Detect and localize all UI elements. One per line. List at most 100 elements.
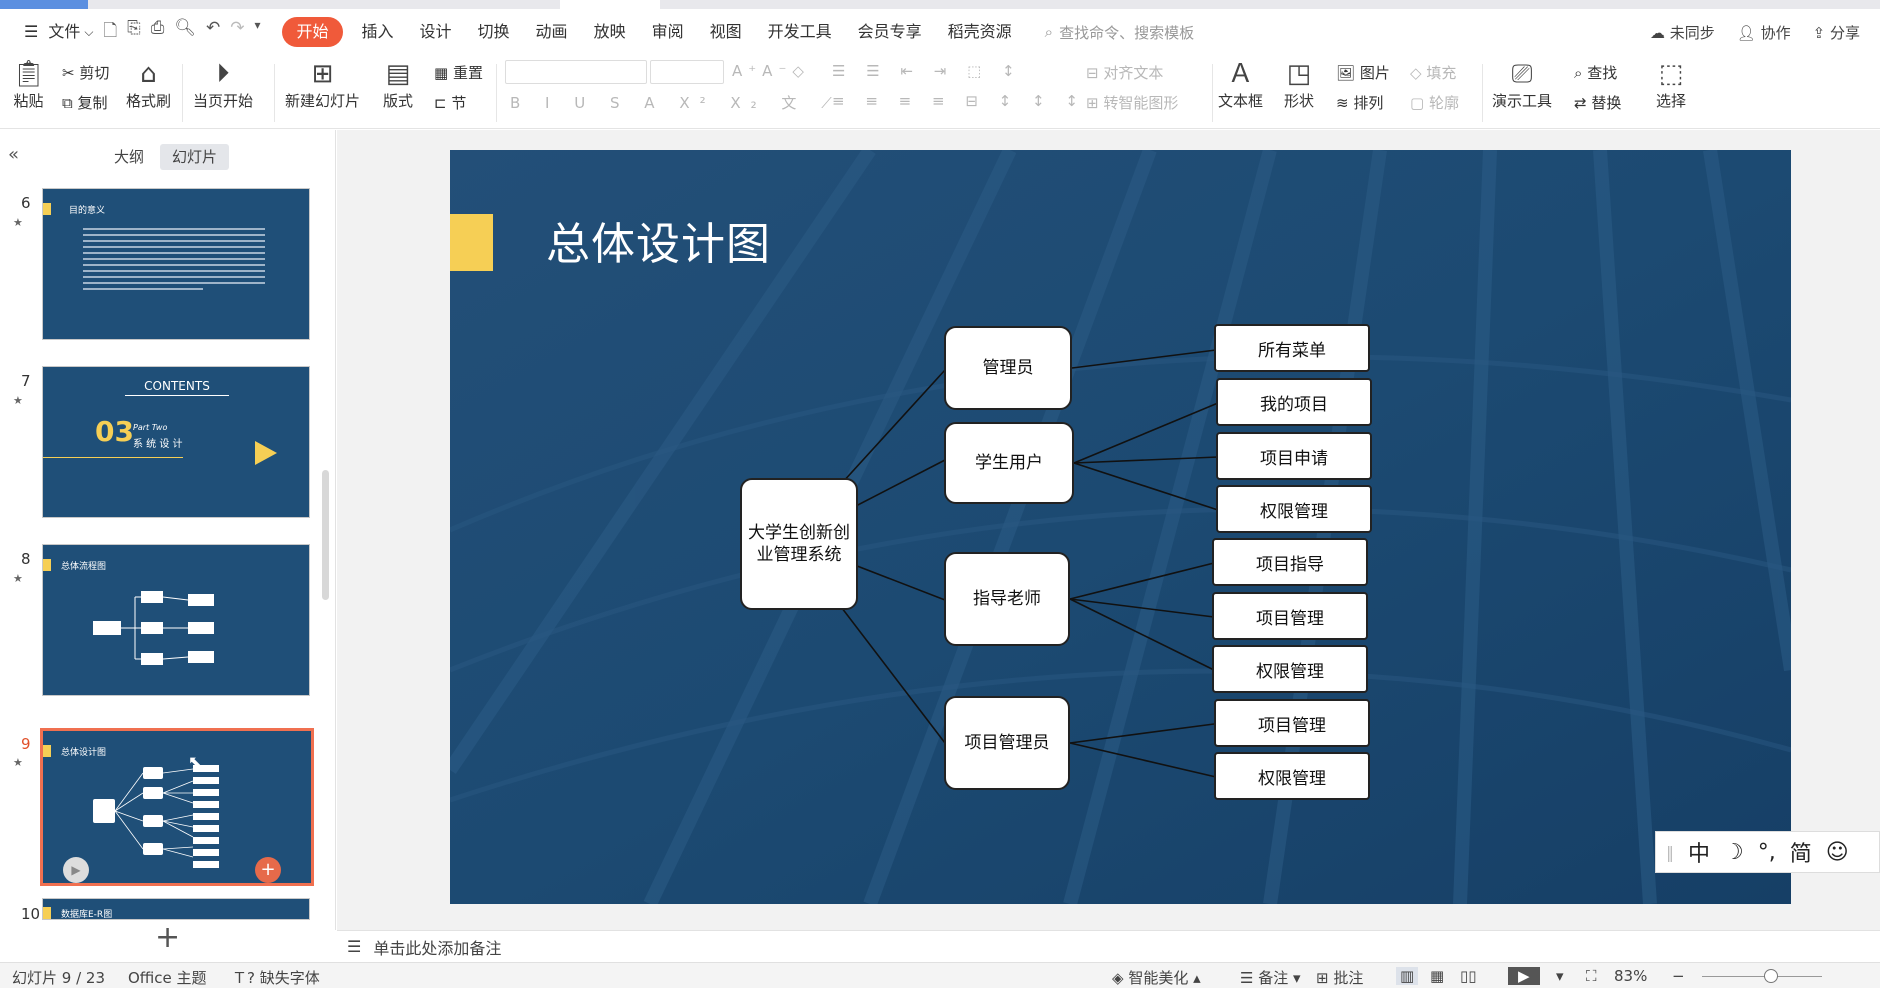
cut-button[interactable]: ✂ 剪切 xyxy=(62,62,109,83)
slide-thumbnail[interactable]: 总体流程图 xyxy=(42,544,310,696)
leaf-permission-teacher[interactable]: 权限管理 xyxy=(1212,645,1368,693)
align-buttons[interactable]: ≡ ≡ ≡ ≡ ⊟ ↕ ↕ ↕ xyxy=(832,92,1086,110)
zoom-out-icon[interactable]: − xyxy=(1672,967,1685,985)
leaf-my-projects[interactable]: 我的项目 xyxy=(1216,378,1372,426)
panel-scrollbar[interactable] xyxy=(322,470,329,600)
add-slide-icon[interactable]: + xyxy=(255,857,281,883)
tab-insert[interactable]: 插入 xyxy=(349,17,407,47)
leaf-project-management-teacher[interactable]: 项目管理 xyxy=(1212,592,1368,640)
tab-animation[interactable]: 动画 xyxy=(523,17,581,47)
new-slide-button[interactable]: ⊞ 新建幻灯片 xyxy=(285,58,360,111)
export-icon[interactable]: ⎘ xyxy=(127,18,141,47)
tab-member[interactable]: 会员专享 xyxy=(845,17,935,47)
section-button[interactable]: ⊏ 节 xyxy=(434,92,466,113)
moon-icon[interactable]: ☽ xyxy=(1724,840,1744,865)
picture-button[interactable]: 🖼︎ 图片 xyxy=(1336,62,1390,83)
undo-icon[interactable]: ↶ xyxy=(206,18,220,47)
role-node-project-manager[interactable]: 项目管理员 xyxy=(944,696,1070,790)
tab-developer[interactable]: 开发工具 xyxy=(755,17,845,47)
find-button[interactable]: ⌕ 查找 xyxy=(1574,62,1617,83)
hamburger-menu-icon[interactable]: ☰ xyxy=(18,17,44,47)
replace-button[interactable]: ⇄ 替换 xyxy=(1574,92,1621,113)
reset-button[interactable]: ▦ 重置 xyxy=(434,62,483,83)
tab-view[interactable]: 视图 xyxy=(697,17,755,47)
leaf-project-management-pm[interactable]: 项目管理 xyxy=(1214,699,1370,747)
font-name-select[interactable] xyxy=(505,60,647,84)
chevron-down-icon[interactable]: ⌵ xyxy=(84,17,103,47)
tab-docer[interactable]: 稻壳资源 xyxy=(935,17,1025,47)
zoom-slider[interactable] xyxy=(1702,976,1822,977)
ime-language-toggle[interactable]: 中 xyxy=(1688,836,1710,868)
fill-button[interactable]: ◇ 填充 xyxy=(1410,62,1456,83)
role-node-teacher[interactable]: 指导老师 xyxy=(944,552,1070,646)
reading-view-button[interactable]: ▯▯ xyxy=(1460,967,1477,985)
drag-handle-icon[interactable]: ‖ xyxy=(1666,843,1674,862)
role-node-student[interactable]: 学生用户 xyxy=(944,422,1074,504)
punctuation-toggle[interactable]: °, xyxy=(1758,840,1776,865)
font-size-select[interactable] xyxy=(650,60,724,84)
play-slideshow-button[interactable]: ▶ xyxy=(1508,967,1540,985)
tab-review[interactable]: 审阅 xyxy=(639,17,697,47)
notes-bar[interactable]: ☰ 单击此处添加备注 xyxy=(337,930,1880,962)
textbox-button[interactable]: Ａ 文本框 xyxy=(1218,58,1263,111)
tab-home[interactable]: 开始 xyxy=(282,17,343,47)
slide-thumbnail[interactable]: 数据库E-R图 xyxy=(42,898,310,920)
beautify-button[interactable]: ◈ 智能美化 ▴ xyxy=(1112,967,1201,988)
smart-art-button[interactable]: ⊞ 转智能图形 xyxy=(1086,92,1178,113)
print-icon[interactable]: ⎙ xyxy=(151,18,165,47)
theme-name[interactable]: Office 主题 xyxy=(128,967,207,988)
more-icon[interactable]: ▾ xyxy=(254,18,260,47)
format-painter-button[interactable]: ⌂ 格式刷 xyxy=(126,58,171,111)
role-node-admin[interactable]: 管理员 xyxy=(944,326,1072,410)
slide-thumbnail[interactable]: CONTENTS 03 Part Two 系 统 设 计 xyxy=(42,366,310,518)
menu-file[interactable]: 文件 xyxy=(44,17,84,47)
slide-sorter-button[interactable]: ▦ xyxy=(1430,967,1444,985)
root-node[interactable]: 大学生创新创业管理系统 xyxy=(740,478,858,610)
font-size-buttons[interactable]: A⁺A⁻◇ xyxy=(732,62,810,80)
list-buttons[interactable]: ☰ ☰ ⇤ ⇥ ⬚ ↕ xyxy=(832,62,1023,80)
tab-transition[interactable]: 切换 xyxy=(465,17,523,47)
current-slide-canvas[interactable]: 总体设计图 大学生创新创业管理系统 管理员 学生用户 指导老师 项目管理员 所有… xyxy=(450,150,1791,904)
command-search[interactable]: ⌕ 查找命令、搜索模板 xyxy=(1045,22,1194,43)
share-button[interactable]: ⇪ 分享 xyxy=(1813,22,1860,43)
zoom-level[interactable]: 83% xyxy=(1614,967,1647,985)
tab-slideshow[interactable]: 放映 xyxy=(581,17,639,47)
leaf-project-apply[interactable]: 项目申请 xyxy=(1216,432,1372,480)
save-icon[interactable]: 🗋 xyxy=(103,18,117,47)
layout-button[interactable]: ▤ 版式 xyxy=(383,58,413,111)
select-button[interactable]: ⬚ 选择 xyxy=(1656,58,1686,111)
tab-design[interactable]: 设计 xyxy=(407,17,465,47)
align-text-button[interactable]: ⊟ 对齐文本 xyxy=(1086,62,1163,83)
normal-view-button[interactable]: ▥ xyxy=(1396,967,1419,985)
leaf-project-guidance[interactable]: 项目指导 xyxy=(1212,538,1368,586)
slide-thumbnail[interactable]: 目的意义 xyxy=(42,188,310,340)
emoji-icon[interactable]: ☺ xyxy=(1826,840,1849,865)
shape-button[interactable]: ◳ 形状 xyxy=(1284,58,1314,111)
leaf-permission-pm[interactable]: 权限管理 xyxy=(1214,752,1370,800)
sync-button[interactable]: ☁ 未同步 xyxy=(1650,22,1715,43)
comment-button[interactable]: ⊞ 批注 xyxy=(1316,967,1363,988)
arrange-button[interactable]: ≋ 排列 xyxy=(1336,92,1383,113)
tab-outline[interactable]: 大纲 xyxy=(102,144,156,170)
leaf-all-menus[interactable]: 所有菜单 xyxy=(1214,324,1370,372)
font-style-buttons[interactable]: B I U S A X² X₂ 文 ⟋ xyxy=(510,92,842,113)
copy-button[interactable]: ⧉ 复制 xyxy=(62,92,108,113)
print-preview-icon[interactable]: 🔍︎ xyxy=(174,18,196,47)
slide-thumbnail-current[interactable]: 总体设计图 ▶ + xyxy=(40,728,314,886)
missing-font-button[interactable]: Ｔ? 缺失字体 xyxy=(232,967,320,988)
leaf-permission-student[interactable]: 权限管理 xyxy=(1216,485,1372,533)
paste-button[interactable]: 📋︎ 粘贴 xyxy=(12,58,45,111)
present-tool-button[interactable]: ⎚ 演示工具 xyxy=(1492,58,1552,111)
add-slide-button[interactable]: + xyxy=(155,920,180,955)
redo-icon[interactable]: ↷ xyxy=(230,18,244,47)
play-options-icon[interactable]: ▾ xyxy=(1556,967,1564,985)
simplified-toggle[interactable]: 简 xyxy=(1790,836,1812,868)
play-from-current-button[interactable]: ⏵ 当页开始 xyxy=(193,58,253,111)
collab-button[interactable]: 👤︎ 协作 xyxy=(1737,22,1791,43)
tab-slides[interactable]: 幻灯片 xyxy=(160,144,230,170)
play-icon[interactable]: ▶ xyxy=(63,857,89,883)
outline-button[interactable]: ▢ 轮廓 xyxy=(1410,92,1459,113)
zoom-slider-thumb[interactable] xyxy=(1764,969,1778,983)
notes-toggle-button[interactable]: ☰ 备注 ▾ xyxy=(1240,967,1301,988)
fit-window-icon[interactable]: ⛶ xyxy=(1586,967,1597,985)
